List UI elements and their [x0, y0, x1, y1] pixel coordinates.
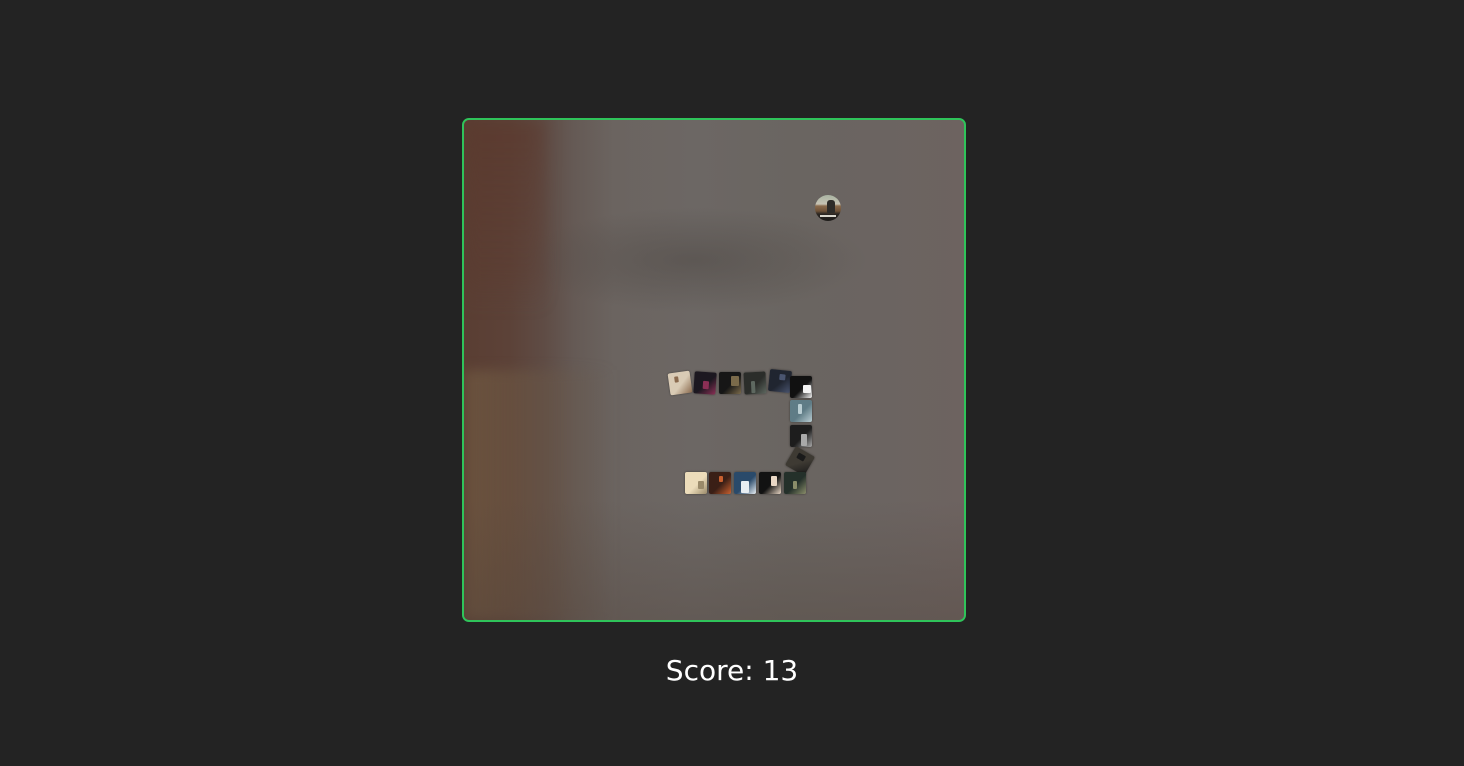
- snake-segment: [790, 376, 812, 398]
- score-label: Score:: [665, 654, 754, 687]
- segment-art: [731, 376, 739, 386]
- snake-segment: [719, 372, 741, 394]
- snake-segment: [784, 472, 806, 494]
- snake-segment: [790, 400, 812, 422]
- game-board[interactable]: [462, 118, 966, 622]
- game-screen: Score: 13: [0, 0, 1464, 766]
- board-background-shade: [464, 500, 964, 620]
- segment-art: [793, 481, 797, 489]
- segment-art: [771, 476, 777, 486]
- segment-art: [702, 380, 710, 390]
- score-display: Score: 13: [0, 654, 1464, 688]
- snake-segment: [685, 472, 707, 494]
- segment-art: [719, 476, 723, 482]
- snake-segment: [790, 425, 812, 447]
- segment-art: [750, 381, 756, 394]
- snake-segment: [693, 371, 717, 395]
- segment-art: [674, 376, 679, 383]
- snake-segment: [734, 472, 756, 494]
- segment-art: [698, 481, 704, 489]
- segment-art: [801, 434, 807, 446]
- segment-art: [798, 404, 802, 414]
- food-figure: [827, 200, 835, 213]
- snake-segment: [667, 370, 693, 396]
- board-background-blur: [464, 120, 544, 310]
- food-label: [820, 215, 836, 217]
- segment-art: [803, 385, 811, 393]
- snake-segment: [709, 472, 731, 494]
- segment-art: [741, 481, 749, 493]
- segment-art: [796, 452, 807, 462]
- snake-segment: [767, 368, 793, 394]
- snake-segment: [759, 472, 781, 494]
- food-item: [815, 195, 841, 221]
- segment-art: [779, 373, 786, 381]
- score-value: 13: [762, 654, 799, 687]
- snake-segment: [743, 371, 767, 395]
